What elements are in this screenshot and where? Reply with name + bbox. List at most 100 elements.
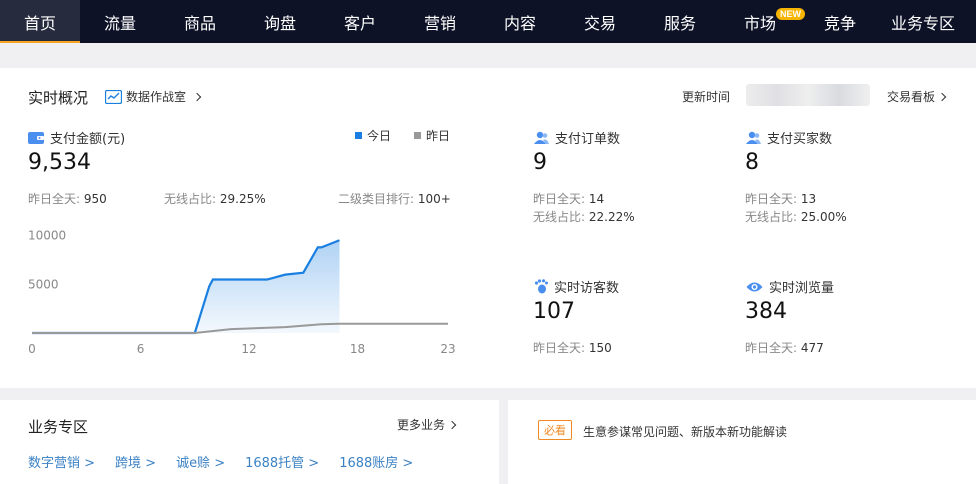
pay-orders-label: 支付订单数 bbox=[534, 128, 620, 147]
update-time-label: 更新时间 bbox=[682, 90, 731, 104]
nav-tab-business-zone[interactable]: 业务专区 bbox=[880, 0, 966, 43]
nav-tab-products[interactable]: 商品 bbox=[160, 0, 240, 43]
nav-tab-customers[interactable]: 客户 bbox=[320, 0, 400, 43]
pay-amount-chart: 5000 10000 0 6 12 18 23 bbox=[28, 229, 456, 356]
x-tick-label: 0 bbox=[28, 342, 36, 356]
sub-value: 477 bbox=[800, 341, 824, 355]
more-business-link[interactable]: 更多业务 bbox=[397, 416, 457, 433]
sub-label: 昨日全天: bbox=[533, 192, 586, 206]
nav-tab-label: 市场 bbox=[743, 13, 776, 33]
legend-yesterday: 昨日 bbox=[414, 127, 450, 144]
nav-tab-label: 业务专区 bbox=[890, 13, 955, 33]
more-business-label: 更多业务 bbox=[397, 418, 446, 432]
update-time-redacted bbox=[746, 84, 870, 106]
sub-label: 二级类目排行: bbox=[338, 192, 415, 206]
users-icon bbox=[534, 131, 549, 144]
pay-amount-label-text: 支付金额(元) bbox=[50, 132, 126, 147]
nav-tab-label: 交易 bbox=[583, 13, 616, 33]
trade-board-label: 交易看板 bbox=[887, 90, 936, 104]
footprint-icon bbox=[534, 279, 548, 294]
x-tick-label: 23 bbox=[440, 342, 455, 356]
sub-label: 无线占比: bbox=[533, 210, 586, 224]
pay-orders-value: 9 bbox=[533, 150, 547, 175]
nav-tab-label: 竞争 bbox=[823, 13, 856, 33]
nav-tab-traffic[interactable]: 流量 bbox=[80, 0, 160, 43]
chart-line-icon bbox=[105, 89, 122, 104]
nav-tab-home[interactable]: 首页 bbox=[0, 0, 80, 43]
chevron-right-icon bbox=[447, 420, 457, 430]
pay-orders-yesterday: 昨日全天: 14 bbox=[533, 190, 604, 207]
nav-tab-inquiry[interactable]: 询盘 bbox=[240, 0, 320, 43]
pageviews-value: 384 bbox=[745, 299, 787, 324]
pay-amount-value: 9,534 bbox=[28, 150, 91, 175]
data-studio-link[interactable]: 数据作战室 bbox=[105, 88, 202, 105]
legend-swatch-today bbox=[355, 132, 362, 139]
business-link-credit[interactable]: 诚e赊 > bbox=[176, 452, 225, 471]
business-link-accounting[interactable]: 1688账房 > bbox=[339, 452, 413, 471]
chevron-right-icon bbox=[192, 92, 202, 101]
x-tick-label: 12 bbox=[241, 342, 256, 356]
nav-tab-label: 客户 bbox=[343, 13, 376, 33]
sub-label: 昨日全天: bbox=[745, 341, 798, 355]
nav-tab-market[interactable]: 市场 NEW bbox=[720, 0, 805, 43]
news-link[interactable]: 生意参谋常见问题、新版本新功能解读 bbox=[583, 423, 787, 440]
nav-tab-label: 内容 bbox=[503, 13, 536, 33]
business-link-digital-marketing[interactable]: 数字营销 > bbox=[28, 452, 95, 471]
pay-amount-label: 支付金额(元) bbox=[28, 128, 125, 147]
pageviews-yesterday: 昨日全天: 477 bbox=[745, 339, 824, 356]
business-link-cross-border[interactable]: 跨境 > bbox=[115, 452, 156, 471]
eye-icon bbox=[746, 282, 763, 291]
sub-value: 150 bbox=[588, 341, 612, 355]
nav-tab-label: 营销 bbox=[423, 13, 456, 33]
pay-orders-label-text: 支付订单数 bbox=[555, 132, 621, 147]
business-link-hosting[interactable]: 1688托管 > bbox=[245, 452, 319, 471]
pay-buyers-label: 支付买家数 bbox=[746, 128, 832, 147]
category-rank: 二级类目排行: 100+ bbox=[338, 190, 451, 207]
business-zone-title: 业务专区 bbox=[28, 418, 89, 436]
pay-orders-wireless: 无线占比: 22.22% bbox=[533, 208, 635, 225]
overview-title: 实时概况 bbox=[28, 89, 89, 107]
trade-board-link[interactable]: 交易看板 bbox=[887, 88, 947, 105]
visitors-label: 实时访客数 bbox=[534, 277, 619, 296]
visitors-label-text: 实时访客数 bbox=[554, 281, 620, 296]
sub-label: 无线占比: bbox=[164, 192, 217, 206]
visitors-yesterday: 昨日全天: 150 bbox=[533, 339, 612, 356]
nav-tab-label: 首页 bbox=[23, 13, 56, 33]
sub-value: 13 bbox=[800, 192, 817, 206]
news-card: 必看 生意参谋常见问题、新版本新功能解读 bbox=[508, 400, 976, 484]
nav-tab-label: 询盘 bbox=[263, 13, 296, 33]
must-read-tag: 必看 bbox=[538, 420, 572, 440]
chevron-right-icon bbox=[937, 92, 947, 102]
nav-tab-label: 流量 bbox=[103, 13, 136, 33]
series-area-today bbox=[32, 240, 340, 333]
visitors-value: 107 bbox=[533, 299, 575, 324]
business-links: 数字营销 > 跨境 > 诚e赊 > 1688托管 > 1688账房 > bbox=[28, 452, 413, 471]
x-tick-label: 18 bbox=[350, 342, 365, 356]
sub-value: 100+ bbox=[417, 192, 451, 206]
legend-yesterday-label: 昨日 bbox=[426, 129, 451, 143]
nav-tab-label: 服务 bbox=[663, 13, 696, 33]
pay-amount-yesterday: 昨日全天: 950 bbox=[28, 190, 107, 207]
data-studio-label: 数据作战室 bbox=[126, 90, 187, 104]
nav-tab-competition[interactable]: 竞争 bbox=[800, 0, 880, 43]
pay-buyers-label-text: 支付买家数 bbox=[767, 132, 833, 147]
sub-label: 昨日全天: bbox=[745, 192, 798, 206]
nav-tab-marketing[interactable]: 营销 bbox=[400, 0, 480, 43]
users-icon bbox=[746, 131, 761, 144]
nav-tab-service[interactable]: 服务 bbox=[640, 0, 720, 43]
sub-value: 29.25% bbox=[219, 192, 266, 206]
legend-swatch-yesterday bbox=[414, 132, 421, 139]
wallet-icon bbox=[28, 132, 44, 144]
sub-label: 昨日全天: bbox=[28, 192, 81, 206]
pay-buyers-yesterday: 昨日全天: 13 bbox=[745, 190, 816, 207]
pageviews-label-text: 实时浏览量 bbox=[769, 281, 835, 296]
y-tick-label: 10000 bbox=[28, 229, 66, 243]
pageviews-label: 实时浏览量 bbox=[746, 277, 834, 296]
top-nav: 首页 流量 商品 询盘 客户 营销 内容 交易 服务 市场 NEW 竞争 业务专区 bbox=[0, 0, 976, 43]
nav-tab-trade[interactable]: 交易 bbox=[560, 0, 640, 43]
y-tick-label: 5000 bbox=[28, 277, 59, 291]
pay-buyers-wireless: 无线占比: 25.00% bbox=[745, 208, 847, 225]
nav-tab-content[interactable]: 内容 bbox=[480, 0, 560, 43]
sub-value: 14 bbox=[588, 192, 605, 206]
sub-label: 昨日全天: bbox=[533, 341, 586, 355]
